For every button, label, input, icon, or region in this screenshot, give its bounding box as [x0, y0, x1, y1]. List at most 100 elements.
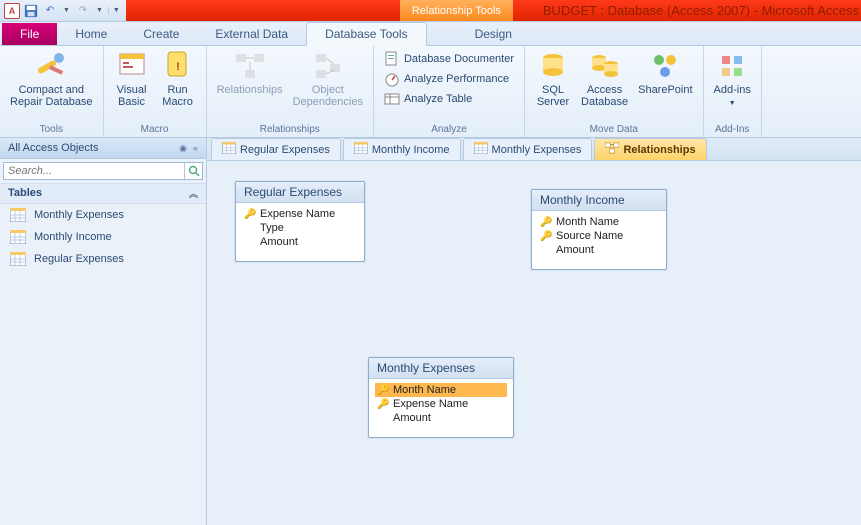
nav-item-table[interactable]: Monthly Income [0, 226, 206, 248]
tab-file[interactable]: File [2, 23, 57, 45]
table-window-monthly-income[interactable]: Monthly Income 🔑Month Name🔑Source NameAm… [531, 189, 667, 270]
documenter-label: Database Documenter [404, 53, 514, 65]
ribbon-group-movedata: SQL Server Access Database SharePoint Mo… [525, 46, 704, 137]
nav-group-tables[interactable]: Tables ︽ [0, 183, 206, 204]
workspace: Regular Expenses Monthly Income Monthly Ex… [207, 138, 861, 525]
compact-repair-icon [35, 50, 67, 82]
tab-create[interactable]: Create [125, 23, 197, 45]
qat-customize-icon[interactable]: ▼ [108, 7, 122, 14]
table-field[interactable]: 🔑Month Name [538, 215, 660, 229]
table-title[interactable]: Regular Expenses [236, 182, 364, 203]
analyze-table-button[interactable]: Analyze Table [380, 90, 518, 108]
tab-external-data[interactable]: External Data [197, 23, 306, 45]
tab-database-tools[interactable]: Database Tools [306, 22, 427, 46]
group-label-analyze: Analyze [380, 122, 518, 137]
table-title[interactable]: Monthly Income [532, 190, 666, 211]
search-icon[interactable] [184, 163, 202, 179]
key-icon: 🔑 [540, 231, 552, 242]
table-field[interactable]: Amount [538, 243, 660, 257]
access-database-button[interactable]: Access Database [577, 48, 632, 110]
table-field[interactable]: 🔑Expense Name [242, 207, 358, 221]
redo-icon[interactable]: ↷ [75, 3, 91, 19]
table-field[interactable]: 🔑Source Name [538, 229, 660, 243]
window-title: BUDGET : Database (Access 2007) - Micros… [513, 3, 861, 18]
nav-dropdown-icon[interactable]: ◉ [179, 143, 187, 154]
nav-pane-header[interactable]: All Access Objects ◉ « [0, 138, 206, 159]
field-name: Type [260, 222, 284, 234]
group-label-addins: Add-Ins [710, 122, 755, 137]
table-title[interactable]: Monthly Expenses [369, 358, 513, 379]
redo-dropdown-icon[interactable]: ▼ [94, 7, 105, 14]
field-name: Expense Name [260, 208, 335, 220]
main-area: All Access Objects ◉ « Tables ︽ Monthly … [0, 138, 861, 525]
context-tools-label: Relationship Tools [400, 0, 513, 21]
doc-tab-label: Monthly Income [372, 144, 450, 156]
group-label-relationships: Relationships [213, 122, 367, 137]
performance-icon [384, 71, 400, 87]
addins-button[interactable]: Add-ins▼ [710, 48, 755, 112]
table-field[interactable]: Amount [242, 235, 358, 249]
visual-basic-button[interactable]: Visual Basic [110, 48, 154, 110]
titlebar-strip: Relationship Tools BUDGET : Database (Ac… [126, 0, 861, 21]
undo-dropdown-icon[interactable]: ▼ [61, 7, 72, 14]
nav-item-label: Regular Expenses [34, 253, 124, 265]
table-field[interactable]: Amount [375, 411, 507, 425]
relationships-icon [605, 142, 619, 157]
tab-home[interactable]: Home [57, 23, 125, 45]
relationships-button: Relationships [213, 48, 287, 98]
database-documenter-button[interactable]: Database Documenter [380, 50, 518, 68]
sql-server-icon [537, 50, 569, 82]
field-name: Amount [556, 244, 594, 256]
title-bar: A ↶ ▼ ↷ ▼ ▼ Relationship Tools BUDGET : … [0, 0, 861, 22]
navigation-pane: All Access Objects ◉ « Tables ︽ Monthly … [0, 138, 207, 525]
table-window-monthly-expenses[interactable]: Monthly Expenses 🔑Month Name 🔑 Expense Nam… [368, 357, 514, 438]
nav-item-table[interactable]: Regular Expenses [0, 248, 206, 270]
doc-tab[interactable]: Relationships [594, 138, 706, 160]
sql-server-label: SQL Server [537, 84, 569, 108]
table-field[interactable]: Type [242, 221, 358, 235]
table-window-regular-expenses[interactable]: Regular Expenses 🔑Expense NameTypeAmount [235, 181, 365, 262]
doc-tab-label: Monthly Expenses [492, 144, 582, 156]
analyze-performance-button[interactable]: Analyze Performance [380, 70, 518, 88]
app-icon[interactable]: A [4, 3, 20, 19]
relationships-canvas[interactable]: Regular Expenses 🔑Expense NameTypeAmount… [207, 160, 861, 525]
doc-tab[interactable]: Regular Expenses [211, 138, 341, 160]
doc-tab[interactable]: Monthly Expenses [463, 138, 593, 160]
table-field[interactable]: 🔑 Expense Name [375, 397, 507, 411]
ribbon: Compact and Repair Database Tools Visual… [0, 46, 861, 138]
run-macro-label: Run Macro [162, 84, 193, 108]
search-input[interactable] [4, 163, 184, 179]
tab-design[interactable]: Design [457, 23, 530, 45]
nav-group-label: Tables [8, 187, 42, 200]
sharepoint-icon [649, 50, 681, 82]
field-name: Month Name [393, 384, 456, 396]
object-dependencies-label: Object Dependencies [293, 84, 363, 108]
nav-collapse-icon[interactable]: « [193, 143, 198, 154]
key-icon: 🔑 [377, 399, 389, 410]
svg-text:!: ! [176, 61, 180, 73]
compact-repair-button[interactable]: Compact and Repair Database [6, 48, 97, 110]
doc-tab[interactable]: Monthly Income [343, 138, 461, 160]
save-icon[interactable] [23, 3, 39, 19]
sharepoint-button[interactable]: SharePoint [634, 48, 696, 98]
group-label-macro: Macro [110, 122, 200, 137]
nav-item-table[interactable]: Monthly Expenses [0, 204, 206, 226]
undo-icon[interactable]: ↶ [42, 3, 58, 19]
object-dependencies-button: Object Dependencies [289, 48, 367, 110]
quick-access-toolbar: A ↶ ▼ ↷ ▼ ▼ [0, 0, 126, 21]
object-dependencies-icon [312, 50, 344, 82]
ribbon-group-relationships: Relationships Object Dependencies Relati… [207, 46, 374, 137]
nav-search [3, 162, 203, 180]
table-field[interactable]: 🔑Month Name [375, 383, 507, 397]
table-icon [222, 142, 236, 157]
run-macro-icon: ! [162, 50, 194, 82]
ribbon-group-addins: Add-ins▼ Add-Ins [704, 46, 762, 137]
ribbon-group-analyze: Database Documenter Analyze Performance … [374, 46, 525, 137]
analyze-table-label: Analyze Table [404, 93, 472, 105]
doc-tab-label: Regular Expenses [240, 144, 330, 156]
field-name: Expense Name [393, 398, 468, 410]
relationships-icon [234, 50, 266, 82]
run-macro-button[interactable]: ! Run Macro [156, 48, 200, 110]
collapse-group-icon[interactable]: ︽ [189, 187, 198, 200]
sql-server-button[interactable]: SQL Server [531, 48, 575, 110]
